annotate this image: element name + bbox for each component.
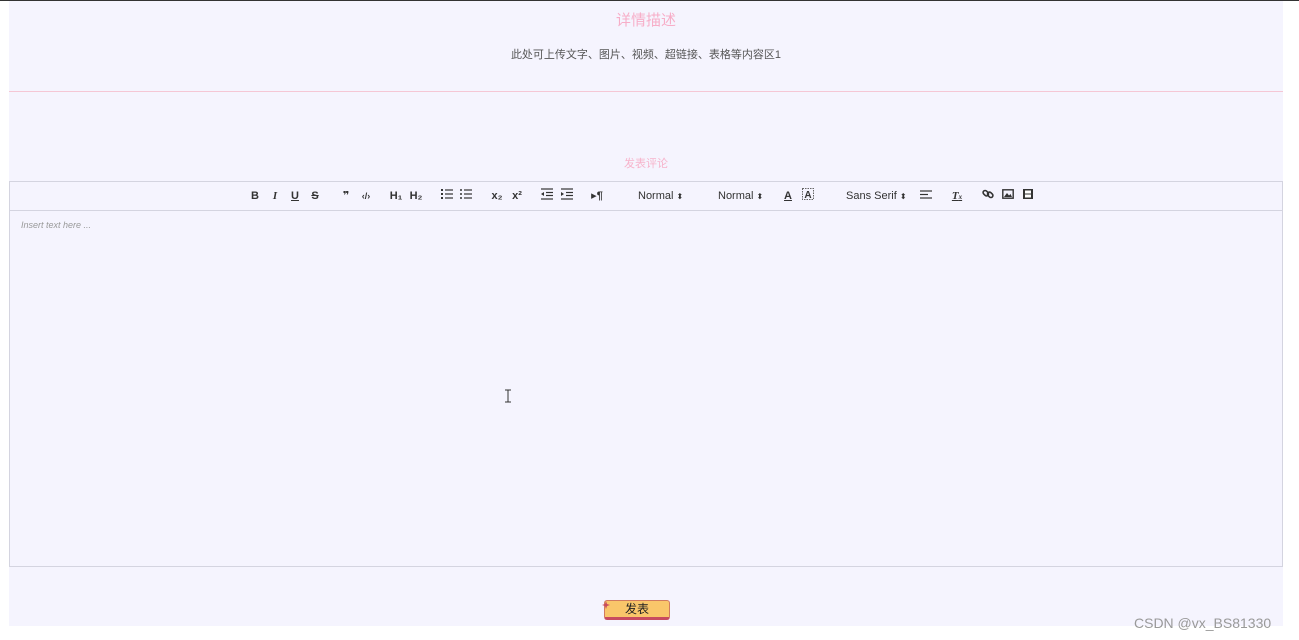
align-icon[interactable]: [920, 188, 932, 204]
text-direction-icon[interactable]: ▸¶: [590, 188, 604, 204]
strike-icon[interactable]: S: [310, 188, 320, 204]
bold-icon[interactable]: B: [250, 188, 260, 204]
underline-icon[interactable]: U: [290, 188, 300, 204]
italic-icon[interactable]: I: [270, 188, 280, 204]
submit-label: 发表: [624, 602, 649, 616]
select-arrows-icon: ⬍: [676, 192, 684, 201]
editor-content-area[interactable]: Insert text here ...: [10, 211, 1282, 566]
content-panel: 详情描述 此处可上传文字、图片、视频、超链接、表格等内容区1 发表评论 B I …: [9, 1, 1283, 626]
subscript-icon[interactable]: x₂: [490, 188, 504, 204]
submit-comment-button[interactable]: 发表: [602, 597, 670, 620]
sparkle-icon: [602, 597, 610, 609]
bullet-list-icon[interactable]: [460, 188, 472, 204]
select-arrows-icon: ⬍: [899, 192, 907, 201]
code-block-icon[interactable]: ‹/›: [360, 188, 372, 204]
select-arrows-icon: ⬍: [756, 192, 764, 201]
editor-toolbar: B I U S ❞ ‹/› H₁ H₂ x₂ x² ▸¶ Normal ⬍ No…: [10, 182, 1282, 211]
font-select[interactable]: Sans Serif ⬍: [846, 188, 907, 204]
text-color-icon[interactable]: A: [782, 188, 794, 204]
superscript-icon[interactable]: x²: [510, 188, 524, 204]
background-color-icon[interactable]: A: [802, 188, 814, 204]
outdent-icon[interactable]: [541, 188, 553, 204]
image-icon[interactable]: [1002, 188, 1014, 204]
rich-text-editor: B I U S ❞ ‹/› H₁ H₂ x₂ x² ▸¶ Normal ⬍ No…: [9, 181, 1283, 567]
clear-format-icon[interactable]: Tx: [951, 188, 963, 204]
comment-title: 发表评论: [624, 158, 668, 170]
text-cursor-icon: [503, 389, 513, 403]
divider: [9, 91, 1283, 92]
header-select-value: Normal: [638, 190, 674, 202]
header-2-icon[interactable]: H₂: [409, 188, 423, 204]
watermark: CSDN @vx_BS81330: [1134, 615, 1272, 631]
detail-title: 详情描述: [615, 12, 676, 29]
header-select[interactable]: Normal ⬍: [638, 188, 688, 204]
font-select-value: Sans Serif: [846, 190, 897, 202]
video-icon[interactable]: [1022, 188, 1034, 204]
header-1-icon[interactable]: H₁: [389, 188, 403, 204]
detail-text: 此处可上传文字、图片、视频、超链接、表格等内容区1: [510, 49, 782, 61]
indent-icon[interactable]: [561, 188, 573, 204]
size-select[interactable]: Normal ⬍: [718, 188, 768, 204]
link-icon[interactable]: [982, 188, 994, 204]
ordered-list-icon[interactable]: [441, 188, 453, 204]
size-select-value: Normal: [718, 190, 754, 202]
blockquote-icon[interactable]: ❞: [340, 188, 352, 204]
svg-text:A: A: [804, 190, 811, 200]
editor-placeholder: Insert text here ...: [21, 220, 92, 230]
